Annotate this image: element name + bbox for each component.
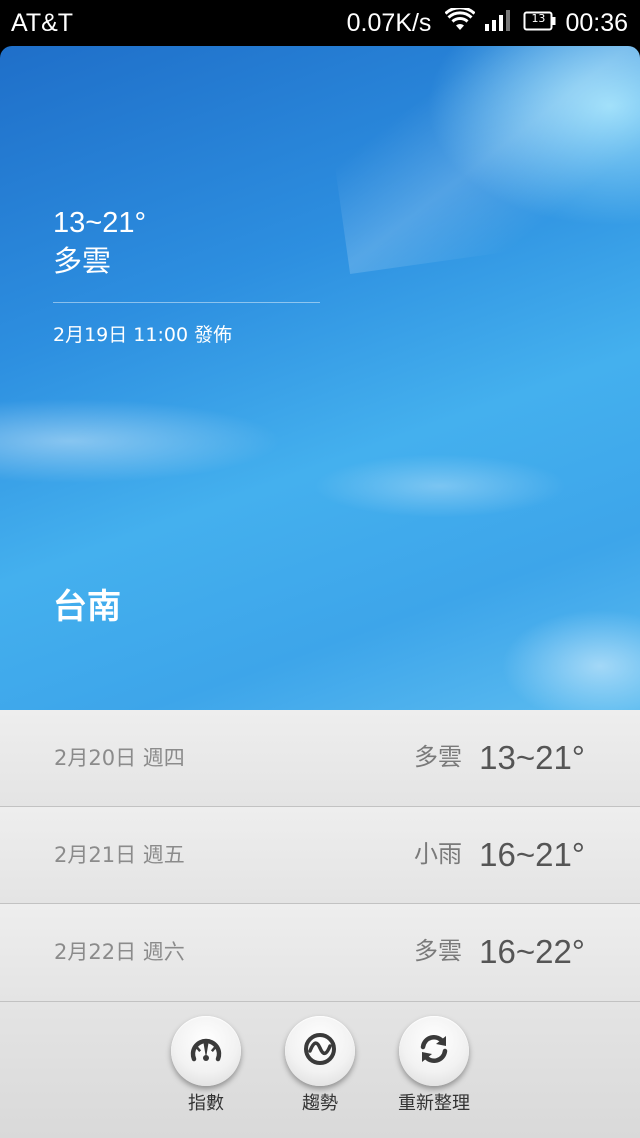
cell-signal-icon	[485, 9, 511, 38]
forecast-date: 2月21日 週五	[54, 843, 185, 867]
index-label: 指數	[188, 1093, 224, 1114]
forecast-condition: 多雲	[414, 937, 462, 965]
current-weather-panel[interactable]: 13~21° 多雲 2月19日 11:00 發佈 台南	[0, 46, 640, 710]
forecast-temp: 13~21°	[479, 739, 585, 776]
trend-label: 趨勢	[302, 1093, 338, 1114]
current-temp-range: 13~21°	[53, 207, 147, 239]
trend-button-circle[interactable]	[285, 1016, 355, 1086]
refresh-button-circle[interactable]	[399, 1016, 469, 1086]
network-speed: 0.07K/s	[346, 8, 432, 37]
divider	[53, 302, 320, 303]
index-button-circle[interactable]	[171, 1016, 241, 1086]
forecast-condition: 多雲	[414, 743, 462, 771]
current-condition: 多雲	[53, 244, 112, 278]
refresh-label: 重新整理	[398, 1093, 470, 1114]
city-name[interactable]: 台南	[53, 584, 121, 630]
sun-ray-decoration	[313, 46, 640, 274]
forecast-condition: 小雨	[414, 840, 462, 868]
trend-wave-icon	[302, 1031, 338, 1071]
refresh-icon	[416, 1031, 452, 1071]
bottom-toolbar: 指數 趨勢 重新整理	[0, 1002, 640, 1138]
clock: 00:36	[565, 8, 628, 37]
carrier-name: AT&T	[11, 9, 74, 37]
forecast-date: 2月22日 週六	[54, 940, 185, 964]
forecast-list: 2月20日 週四 多雲 13~21° 2月21日 週五 小雨 16~21° 2月…	[0, 710, 640, 1002]
wifi-icon	[444, 5, 476, 39]
battery-level: 13	[531, 11, 546, 25]
forecast-temp: 16~21°	[479, 836, 585, 873]
forecast-temp: 16~22°	[479, 933, 585, 970]
weather-app-screen: AT&T 0.07K/s 13 00:36 13~21° 多雲 2月19日 11…	[0, 0, 640, 1138]
status-bar: AT&T 0.07K/s 13 00:36	[0, 0, 640, 46]
published-time: 2月19日 11:00 發佈	[53, 324, 233, 346]
forecast-row[interactable]: 2月20日 週四 多雲 13~21°	[0, 710, 640, 807]
forecast-date: 2月20日 週四	[54, 746, 185, 770]
refresh-button[interactable]: 重新整理	[379, 1016, 489, 1116]
index-button[interactable]: 指數	[151, 1016, 261, 1116]
battery-icon: 13	[523, 9, 557, 38]
forecast-row[interactable]: 2月22日 週六 多雲 16~22°	[0, 904, 640, 1002]
forecast-row[interactable]: 2月21日 週五 小雨 16~21°	[0, 807, 640, 904]
status-bar-right: 0.07K/s 13 00:36	[346, 5, 628, 39]
gauge-icon	[188, 1031, 224, 1071]
trend-button[interactable]: 趨勢	[265, 1016, 375, 1116]
